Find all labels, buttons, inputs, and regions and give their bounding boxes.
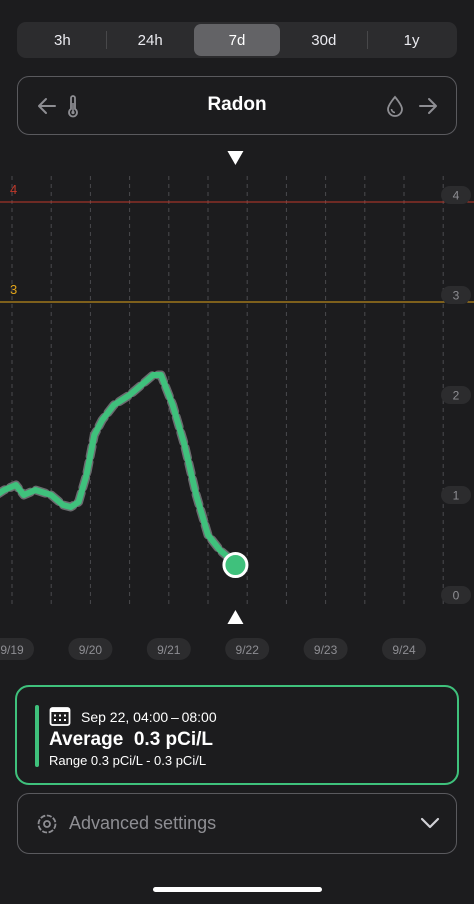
calendar-icon [49,707,71,726]
average-readout: Average 0.3 pCi/L [49,729,213,751]
tab-24h[interactable]: 24h [107,24,194,56]
settings-icon [37,814,57,834]
range-readout: Range 0.3 pCi/L - 0.3 pCi/L [49,753,207,768]
selection-date: Sep 22, 04:00 – 08:00 [81,709,217,725]
time-range-selector: 3h 24h 7d 30d 1y [17,22,457,58]
humidity-drop-icon[interactable] [386,95,404,117]
x-tick-label: 9/22 [236,643,260,657]
threshold-label-4: 4 [10,182,17,197]
threshold-label-3: 3 [10,282,17,297]
y-tick-label: 0 [453,589,460,603]
chevron-down-icon[interactable] [420,816,440,830]
selection-marker-top [227,151,244,165]
sensor-selector: Radon [17,76,457,135]
average-label: Average [49,729,124,750]
series-color-bar [35,705,39,767]
selection-marker-bottom [227,610,244,624]
tab-30d[interactable]: 30d [280,24,367,56]
y-tick-label: 4 [453,189,460,203]
tab-7d[interactable]: 7d [193,24,281,56]
x-tick-label: 9/20 [79,643,103,657]
y-tick-label: 2 [453,389,460,403]
x-tick-label: 9/19 [0,643,24,657]
advanced-settings-label: Advanced settings [69,813,217,833]
x-tick-label: 9/23 [314,643,338,657]
x-tick-label: 9/24 [392,643,416,657]
x-tick-label: 9/21 [157,643,181,657]
home-indicator [153,887,322,892]
tab-3h[interactable]: 3h [19,24,106,56]
arrow-right-icon[interactable] [418,96,438,116]
selection-detail-card: Sep 22, 04:00 – 08:00 Average 0.3 pCi/L … [15,685,459,785]
y-tick-label: 3 [453,289,460,303]
selected-point [222,552,249,578]
radon-chart[interactable]: 4 3 0 1 2 3 4 9/19 9/20 9/21 9/22 9/23 9/24 [0,140,474,670]
average-value: 0.3 pCi/L [133,729,214,750]
y-tick-label: 1 [453,489,460,503]
advanced-settings-button[interactable]: Advanced settings [17,793,457,854]
chart-canvas[interactable]: 4 3 0 1 2 3 4 9/19 9/20 9/21 9/22 9/23 9/24 [0,140,474,670]
radon-series-line [0,372,239,568]
tab-1y[interactable]: 1y [368,24,455,56]
